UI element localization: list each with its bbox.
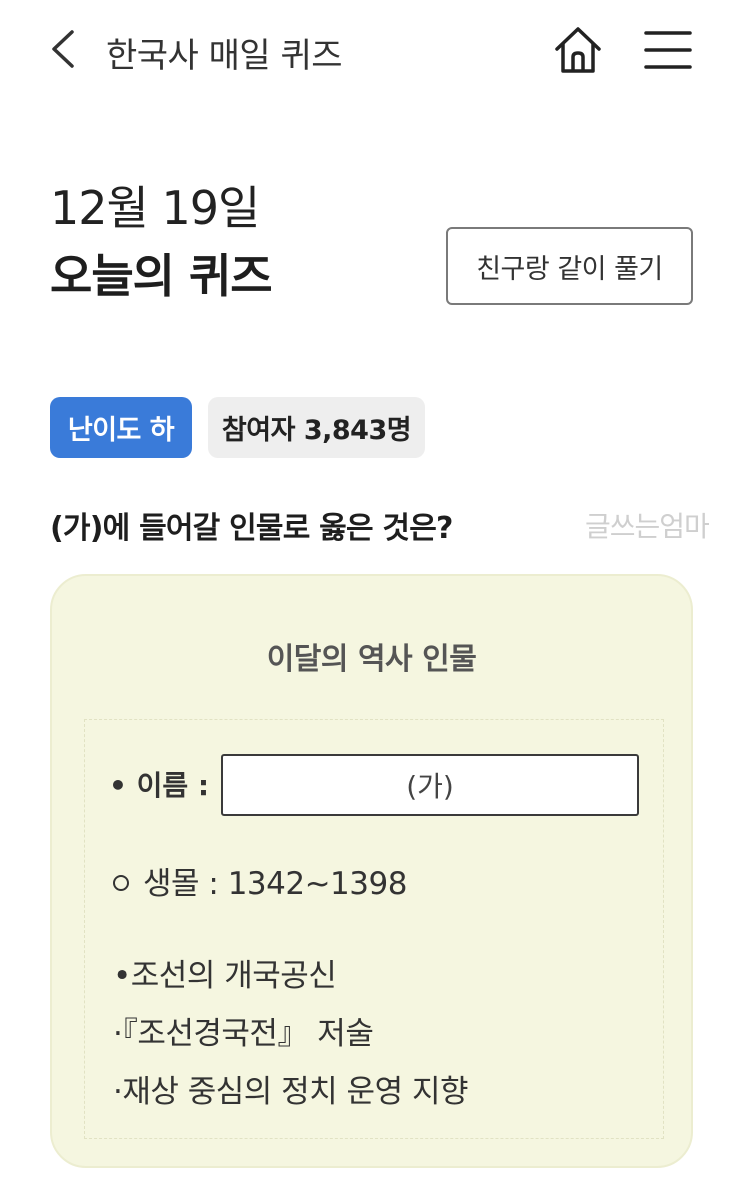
question-text: (가)에 들어갈 인물로 옳은 것은? (50, 511, 453, 546)
header-title: 한국사 매일 퀴즈 (106, 36, 343, 76)
card-title: 이달의 역사 인물 (266, 642, 477, 677)
page-title: 오늘의 퀴즈 (50, 249, 273, 303)
name-blank-field: (가) (221, 754, 639, 816)
back-button[interactable] (44, 26, 88, 72)
app-header: 한국사 매일 퀴즈 (0, 0, 743, 100)
home-button[interactable] (550, 22, 606, 78)
circle-bullet-icon (113, 874, 129, 891)
name-label: • 이름 : (109, 769, 210, 802)
historical-figure-card: 이달의 역사 인물 • 이름 : (가) 생몰 : 1342~1398 •조선의… (50, 574, 693, 1168)
participants-badge: 참여자 3,843명 (208, 397, 425, 458)
chevron-left-icon (52, 30, 74, 68)
hamburger-menu-icon (644, 31, 692, 69)
menu-button[interactable] (640, 24, 698, 74)
watermark: 글쓰는엄마 (585, 510, 710, 543)
fact-item: ·재상 중심의 정치 운영 지향 (113, 1074, 469, 1110)
lifespan-line: 생몰 : 1342~1398 (113, 858, 407, 903)
home-icon (555, 27, 601, 73)
difficulty-badge: 난이도 하 (50, 397, 192, 458)
figure-info-box: • 이름 : (가) 생몰 : 1342~1398 •조선의 개국공신 ·『조선… (84, 719, 664, 1139)
fact-item: ·『조선경국전』 저술 (113, 1016, 374, 1052)
fact-item: •조선의 개국공신 (113, 958, 337, 994)
solve-with-friend-button[interactable]: 친구랑 같이 풀기 (446, 227, 693, 305)
name-blank-value: (가) (406, 770, 454, 803)
quiz-date: 12월 19일 (50, 181, 260, 235)
lifespan-text: 생몰 : 1342~1398 (143, 866, 407, 902)
